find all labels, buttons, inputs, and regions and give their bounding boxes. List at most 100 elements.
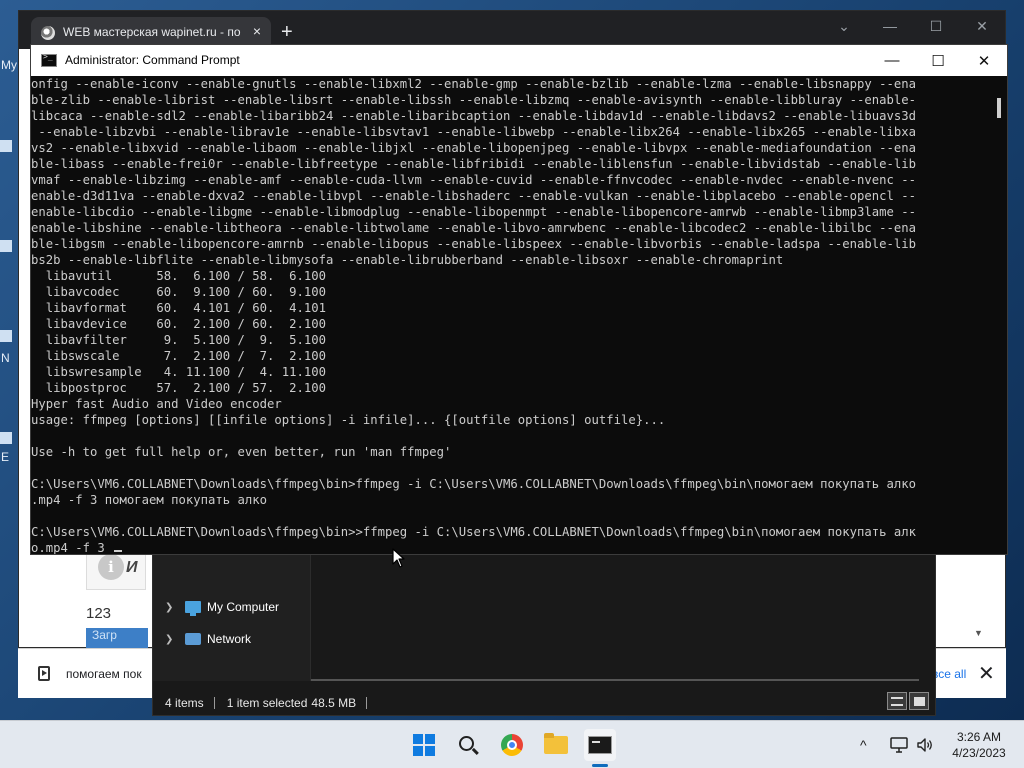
nav-item-label: My Computer xyxy=(207,600,280,614)
command-line: C:\Users\VM6.COLLABNET\Downloads\ffmpeg\… xyxy=(31,525,917,539)
tab-search-button[interactable]: ⌄ xyxy=(821,11,867,41)
minimize-button[interactable]: — xyxy=(869,45,915,76)
library-version-line: libavutil 58. 6.100 / 58. 6.100 xyxy=(31,269,327,283)
item-count: 4 items xyxy=(165,696,204,710)
search-button[interactable] xyxy=(452,729,484,761)
mouse-pointer-icon xyxy=(392,548,405,568)
nav-item-network[interactable]: ❯ Network xyxy=(165,629,251,649)
windows-logo-icon xyxy=(413,734,435,756)
browser-window-controls: ⌄ — ☐ ✕ xyxy=(821,11,1005,41)
scrollbar-thumb[interactable] xyxy=(997,98,1001,118)
network-icon xyxy=(185,633,201,645)
command-line: C:\Users\VM6.COLLABNET\Downloads\ffmpeg\… xyxy=(31,477,917,491)
file-explorer-window: ❯ My Computer ❯ Network 4 items 1 item s… xyxy=(152,554,936,716)
maximize-button[interactable]: ☐ xyxy=(915,45,961,76)
clock-time: 3:26 AM xyxy=(956,730,1002,744)
console-line: ble-zlib --enable-librist --enable-libsr… xyxy=(31,93,917,107)
start-button[interactable] xyxy=(408,729,440,761)
large-icons-view-icon[interactable] xyxy=(909,692,929,710)
page-action-button[interactable]: Загр xyxy=(86,628,148,648)
chevron-right-icon[interactable]: ❯ xyxy=(165,634,177,645)
console-line: libcaca --enable-sdl2 --enable-libaribb2… xyxy=(31,109,917,123)
desktop-icon-fragment[interactable] xyxy=(0,432,12,444)
console-line: enable-d3d11va --enable-dxva2 --enable-l… xyxy=(31,189,917,203)
window-title: Administrator: Command Prompt xyxy=(65,53,240,67)
selection-size: 48.5 MB xyxy=(311,696,357,710)
console-line: ble-libgsm --enable-libopencore-amrnb --… xyxy=(31,237,917,251)
command-line: .mp4 -f 3 помогаем покупать алко xyxy=(31,493,268,507)
browser-maximize-button[interactable]: ☐ xyxy=(913,11,959,41)
navigation-pane: ❯ My Computer ❯ Network xyxy=(153,555,311,681)
search-icon xyxy=(459,736,474,751)
console-line: enable-libshine --enable-libtheora --ena… xyxy=(31,221,917,235)
library-version-line: libswscale 7. 2.100 / 7. 2.100 xyxy=(31,349,327,363)
command-prompt-icon[interactable] xyxy=(41,52,57,67)
nav-item-my-computer[interactable]: ❯ My Computer xyxy=(165,597,279,617)
view-switcher xyxy=(887,692,929,710)
console-line: vs2 --enable-libxvid --enable-libaom --e… xyxy=(31,141,917,155)
current-input-line[interactable]: o.mp4 -f 3 xyxy=(31,540,993,554)
console-line: enable-libcdio --enable-libgme --enable-… xyxy=(31,205,917,219)
tab-close-button[interactable]: × xyxy=(253,23,261,39)
library-version-line: libavfilter 9. 5.100 / 9. 5.100 xyxy=(31,333,327,347)
library-version-line: libavdevice 60. 2.100 / 60. 2.100 xyxy=(31,317,327,331)
browser-close-button[interactable]: ✕ xyxy=(959,11,1005,41)
chrome-taskbar-button[interactable] xyxy=(496,729,528,761)
console-output[interactable]: onfig --enable-iconv --enable-gnutls --e… xyxy=(31,76,993,554)
console-line: --enable-libzvbi --enable-librav1e --ena… xyxy=(31,125,917,139)
show-hidden-icons-button[interactable]: ^ xyxy=(860,721,867,768)
page-counter: 123 xyxy=(86,605,112,622)
vertical-scrollbar[interactable] xyxy=(991,76,1007,554)
chevron-right-icon[interactable]: ❯ xyxy=(165,602,177,613)
page-scroll-down-icon[interactable]: ▼ xyxy=(974,628,983,638)
new-tab-button[interactable]: + xyxy=(281,22,293,42)
desktop-label-fragment: My xyxy=(1,58,17,72)
active-app-indicator xyxy=(592,764,608,767)
selection-count: 1 item selected xyxy=(226,696,308,710)
desktop-icon-fragment[interactable] xyxy=(0,140,12,152)
network-status-icon[interactable] xyxy=(890,736,908,754)
desktop-label-fragment: N xyxy=(1,351,10,365)
browser-minimize-button[interactable]: — xyxy=(867,11,913,41)
show-all-downloads-link[interactable]: все all xyxy=(932,667,966,681)
console-line: Hyper fast Audio and Video encoder xyxy=(31,397,282,411)
desktop-icon-fragment[interactable] xyxy=(0,330,12,342)
cmd-title-bar[interactable]: Administrator: Command Prompt — ☐ ✕ xyxy=(31,45,1007,76)
library-version-line: libpostproc 57. 2.100 / 57. 2.100 xyxy=(31,381,327,395)
library-version-line: libavcodec 60. 9.100 / 60. 9.100 xyxy=(31,285,327,299)
text-cursor xyxy=(114,550,123,552)
console-text: onfig --enable-iconv --enable-gnutls --e… xyxy=(31,76,993,554)
info-icon: i xyxy=(98,554,124,580)
clock-date: 4/23/2023 xyxy=(952,746,1006,760)
desktop-label-fragment: E xyxy=(1,450,10,464)
close-button[interactable]: ✕ xyxy=(961,45,1007,76)
command-prompt-taskbar-button[interactable] xyxy=(584,729,616,761)
computer-icon xyxy=(185,601,201,616)
library-version-line: libswresample 4. 11.100 / 4. 11.100 xyxy=(31,365,327,379)
usage-line: usage: ffmpeg [options] [[infile options… xyxy=(31,413,666,427)
download-bar-close-button[interactable]: ✕ xyxy=(978,661,995,686)
console-line: vmaf --enable-libzimg --enable-amf --ena… xyxy=(31,173,917,187)
system-clock[interactable]: 3:26 AM 4/23/2023 xyxy=(944,729,1014,761)
download-item-name[interactable]: помогаем пок xyxy=(66,667,142,681)
cmd-window-controls: — ☐ ✕ xyxy=(869,45,1007,76)
file-explorer-taskbar-button[interactable] xyxy=(540,729,572,761)
explorer-status-bar: 4 items 1 item selected 48.5 MB xyxy=(153,691,935,715)
details-view-icon[interactable] xyxy=(887,692,907,710)
folder-icon xyxy=(544,733,568,754)
page-info-heading: И xyxy=(126,559,138,576)
desktop-icon-fragment[interactable] xyxy=(0,240,12,252)
nav-item-label: Network xyxy=(207,632,252,646)
tab-title: WEB мастерская wapinet.ru - по xyxy=(63,25,241,39)
command-prompt-window[interactable]: Administrator: Command Prompt — ☐ ✕ onfi… xyxy=(30,44,1008,555)
volume-icon[interactable] xyxy=(916,736,934,754)
video-file-icon xyxy=(38,666,50,681)
console-line: ble-libass --enable-frei0r --enable-libf… xyxy=(31,157,917,171)
current-input-text: o.mp4 -f 3 xyxy=(31,541,113,554)
console-line: onfig --enable-iconv --enable-gnutls --e… xyxy=(31,77,917,91)
horizontal-scrollbar[interactable] xyxy=(311,679,919,681)
taskbar: ^ 3:26 AM 4/23/2023 xyxy=(0,720,1024,768)
